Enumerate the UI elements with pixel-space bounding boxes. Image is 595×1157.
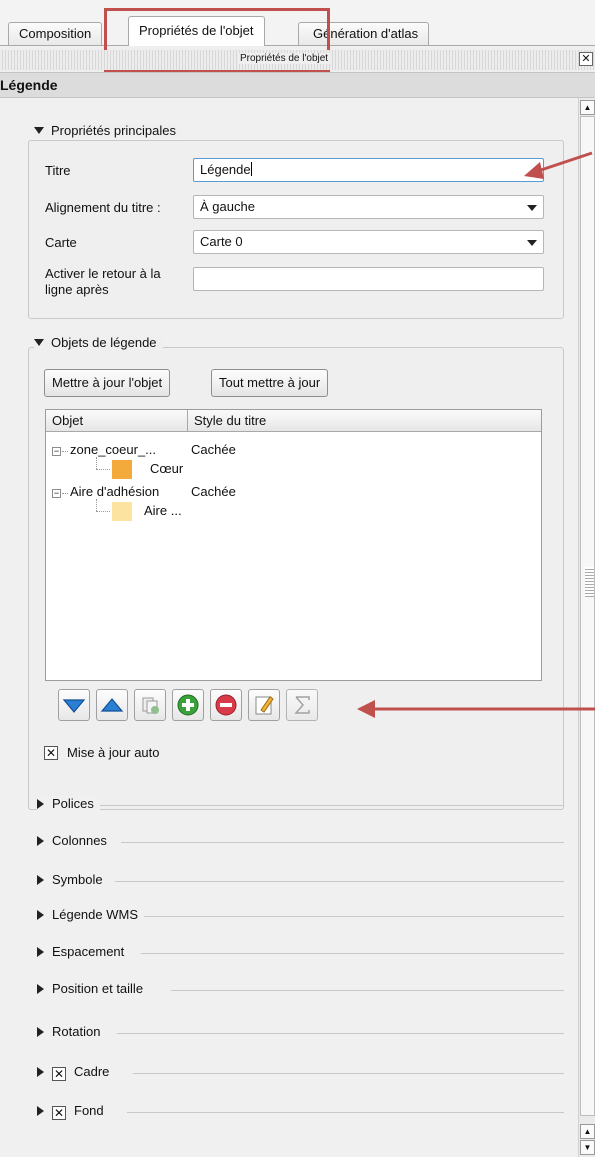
collapse-icon[interactable]: −	[52, 447, 61, 456]
expand-right-icon	[37, 1067, 44, 1077]
section-rotation[interactable]: Rotation	[37, 1024, 564, 1044]
collapse-icon[interactable]: −	[52, 489, 61, 498]
tree-item-style: Cachée	[191, 484, 236, 499]
tab-atlas-generation[interactable]: Génération d'atlas	[298, 22, 430, 46]
main-properties-header[interactable]: Propriétés principales	[34, 123, 183, 138]
background-checkbox[interactable]: ✕	[52, 1106, 66, 1120]
add-item-button[interactable]	[172, 689, 204, 721]
expand-down-icon	[34, 127, 44, 134]
column-header-title-style[interactable]: Style du titre	[188, 410, 541, 432]
column-header-object[interactable]: Objet	[46, 410, 188, 432]
chevron-down-icon	[521, 196, 543, 218]
tree-item-coeur[interactable]: Cœur	[150, 461, 183, 476]
symbol-swatch	[112, 460, 132, 479]
auto-update-label: Mise à jour auto	[67, 745, 160, 760]
wrap-character-field[interactable]	[193, 267, 544, 291]
expand-right-icon	[37, 947, 44, 957]
map-label: Carte	[45, 235, 77, 250]
close-icon[interactable]: ✕	[579, 52, 593, 66]
tab-label: Composition	[19, 26, 92, 41]
section-columns[interactable]: Colonnes	[37, 833, 564, 853]
section-fonts[interactable]: Polices	[37, 796, 564, 816]
group-add-icon	[142, 697, 159, 714]
section-position-size[interactable]: Position et taille	[37, 981, 564, 1001]
tab-underline	[0, 45, 595, 46]
edit-icon	[255, 696, 274, 715]
alignment-select[interactable]: À gauche	[193, 195, 544, 219]
tab-object-properties[interactable]: Propriétés de l'objet	[128, 16, 265, 46]
tab-label: Génération d'atlas	[313, 26, 419, 41]
tab-label: Propriétés de l'objet	[139, 23, 254, 38]
section-background[interactable]: ✕ Fond	[37, 1103, 564, 1123]
title-field[interactable]: Légende	[193, 158, 544, 182]
remove-icon	[215, 694, 237, 716]
alignment-label: Alignement du titre :	[45, 200, 161, 215]
tree-item-aire[interactable]: Aire ...	[144, 503, 182, 518]
expand-right-icon	[37, 836, 44, 846]
section-title: Légende	[0, 72, 595, 98]
move-down-button[interactable]	[58, 689, 90, 721]
expand-right-icon	[37, 910, 44, 920]
tab-bar: Composition Génération d'atlas Propriété…	[0, 0, 595, 46]
remove-item-button[interactable]	[210, 689, 242, 721]
expand-right-icon	[37, 799, 44, 809]
section-wms-legend[interactable]: Légende WMS	[37, 907, 564, 927]
move-down-icon	[62, 699, 86, 713]
edit-item-button[interactable]	[248, 689, 280, 721]
add-group-button[interactable]	[134, 689, 166, 721]
dock-title: Propriétés de l'objet	[238, 53, 331, 64]
section-symbol[interactable]: Symbole	[37, 872, 564, 892]
update-all-button[interactable]: Tout mettre à jour	[211, 369, 329, 397]
expand-down-icon	[34, 339, 44, 346]
tab-composition[interactable]: Composition	[8, 22, 103, 46]
expand-right-icon	[37, 875, 44, 885]
chevron-down-icon	[521, 231, 543, 253]
add-icon	[177, 694, 199, 716]
scroll-up-icon[interactable]: ▲	[580, 100, 595, 115]
vertical-scrollbar[interactable]: ▲ ▲ ▼	[578, 98, 595, 1157]
wrap-label: Activer le retour à la ligne après	[45, 266, 161, 297]
move-up-button[interactable]	[96, 689, 128, 721]
update-item-button[interactable]: Mettre à jour l'objet	[44, 369, 171, 397]
tree-item-zone-coeur[interactable]: zone_coeur_...	[70, 442, 156, 457]
map-select[interactable]: Carte 0	[193, 230, 544, 254]
tree-item-aire-adhesion[interactable]: Aire d'adhésion	[70, 484, 159, 499]
grip-icon	[585, 567, 594, 597]
expand-right-icon	[37, 1106, 44, 1116]
section-frame[interactable]: ✕ Cadre	[37, 1064, 564, 1084]
dock-title-bar[interactable]: Propriétés de l'objet ✕	[0, 50, 595, 70]
count-icon	[294, 696, 310, 714]
expand-right-icon	[37, 1027, 44, 1037]
move-up-icon	[100, 698, 124, 712]
legend-items-tree[interactable]: Objet Style du titre − zone_coeur_... Ca…	[45, 409, 542, 681]
section-spacing[interactable]: Espacement	[37, 944, 564, 964]
frame-checkbox[interactable]: ✕	[52, 1067, 66, 1081]
scroll-thumb[interactable]	[580, 116, 595, 1116]
count-features-button[interactable]	[286, 689, 318, 721]
scroll-up-icon[interactable]: ▲	[580, 1124, 595, 1139]
expand-right-icon	[37, 984, 44, 994]
scroll-down-icon[interactable]: ▼	[580, 1140, 595, 1155]
legend-items-header[interactable]: Objets de légende	[34, 335, 163, 350]
title-label: Titre	[45, 163, 71, 178]
tree-item-style: Cachée	[191, 442, 236, 457]
auto-update-checkbox[interactable]: ✕	[44, 746, 58, 760]
symbol-swatch	[112, 502, 132, 521]
